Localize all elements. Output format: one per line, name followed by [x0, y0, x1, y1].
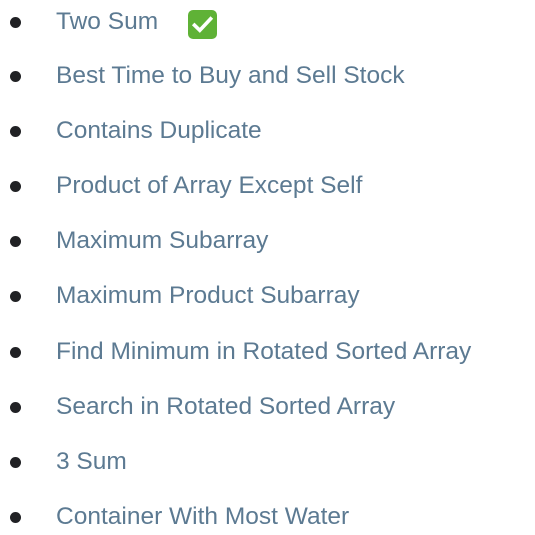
bullet-icon [10, 71, 21, 82]
problem-link-search-in-rotated-sorted-array[interactable]: Search in Rotated Sorted Array [56, 389, 395, 425]
bullet-icon [10, 512, 21, 523]
list-item: Two Sum [0, 4, 535, 40]
list-item: Find Minimum in Rotated Sorted Array [0, 334, 535, 370]
bullet-icon [10, 347, 21, 358]
bullet-icon [10, 17, 21, 28]
list-item: Maximum Product Subarray [0, 278, 535, 314]
bullet-icon [10, 457, 21, 468]
problem-link-maximum-subarray[interactable]: Maximum Subarray [56, 223, 268, 259]
bullet-icon [10, 291, 21, 302]
problem-link-two-sum[interactable]: Two Sum [56, 4, 158, 40]
problem-link-product-of-array-except-self[interactable]: Product of Array Except Self [56, 168, 362, 204]
list-item: Best Time to Buy and Sell Stock [0, 58, 535, 94]
bullet-icon [10, 236, 21, 247]
list-item: Container With Most Water [0, 499, 535, 535]
bullet-icon [10, 402, 21, 413]
problem-link-3-sum[interactable]: 3 Sum [56, 444, 127, 480]
list-item: Search in Rotated Sorted Array [0, 389, 535, 425]
problem-link-maximum-product-subarray[interactable]: Maximum Product Subarray [56, 278, 360, 314]
problem-link-contains-duplicate[interactable]: Contains Duplicate [56, 113, 262, 149]
list-item: Product of Array Except Self [0, 168, 535, 204]
bullet-icon [10, 181, 21, 192]
check-mark-icon [188, 10, 217, 39]
problem-link-container-with-most-water[interactable]: Container With Most Water [56, 499, 349, 535]
list-item: Maximum Subarray [0, 223, 535, 259]
list-item: 3 Sum [0, 444, 535, 480]
problem-link-find-minimum-in-rotated-sorted-array[interactable]: Find Minimum in Rotated Sorted Array [56, 334, 471, 370]
problem-link-best-time-to-buy-and-sell-stock[interactable]: Best Time to Buy and Sell Stock [56, 58, 405, 94]
list-item: Contains Duplicate [0, 113, 535, 149]
bullet-icon [10, 126, 21, 137]
